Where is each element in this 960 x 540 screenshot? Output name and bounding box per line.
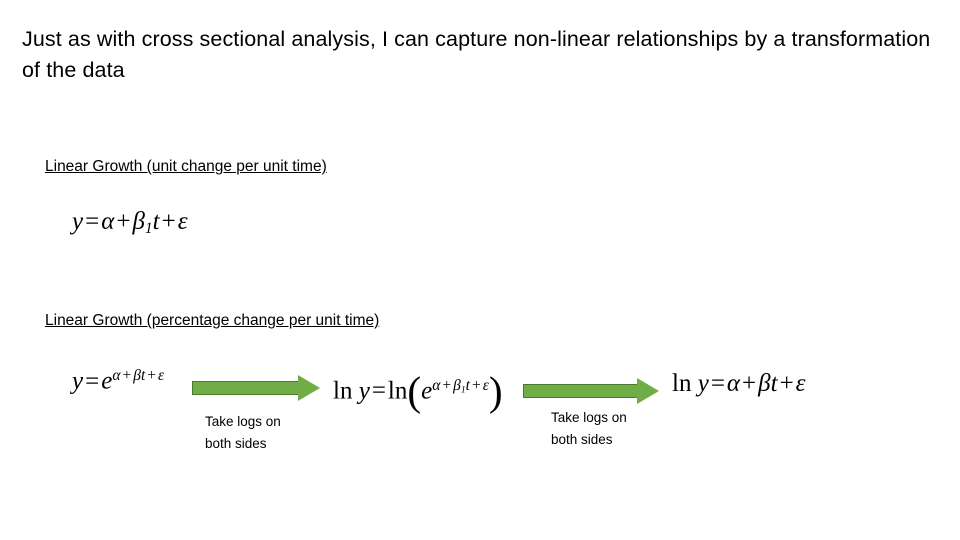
arrow-shaft: [192, 381, 300, 395]
equation-linear-growth: y=α+β1t+ε: [72, 208, 188, 237]
arrow-head: [637, 378, 659, 404]
arrow-label-take-logs-1: Take logs on both sides: [205, 411, 281, 455]
arrow-label-line-1: Take logs on: [551, 410, 627, 425]
slide: Just as with cross sectional analysis, I…: [0, 0, 960, 540]
arrow-take-logs-2: [523, 378, 660, 404]
arrow-label-take-logs-2: Take logs on both sides: [551, 407, 627, 451]
equation-log-both-sides: ln y=ln(eα + β1t + ε): [333, 368, 503, 414]
section-heading-linear-growth-unit: Linear Growth (unit change per unit time…: [45, 158, 327, 175]
equation-exponential-form: y=eα + βt + ε: [72, 367, 165, 395]
arrow-label-line-2: both sides: [205, 436, 267, 451]
arrow-head: [298, 375, 320, 401]
page-title: Just as with cross sectional analysis, I…: [22, 27, 931, 82]
arrow-shaft: [523, 384, 639, 398]
arrow-take-logs-1: [192, 375, 320, 401]
section-heading-linear-growth-percentage: Linear Growth (percentage change per uni…: [45, 312, 380, 329]
equation-log-linear: ln y=α+βt+ε: [672, 370, 806, 397]
arrow-label-line-2: both sides: [551, 432, 613, 447]
arrow-label-line-1: Take logs on: [205, 414, 281, 429]
